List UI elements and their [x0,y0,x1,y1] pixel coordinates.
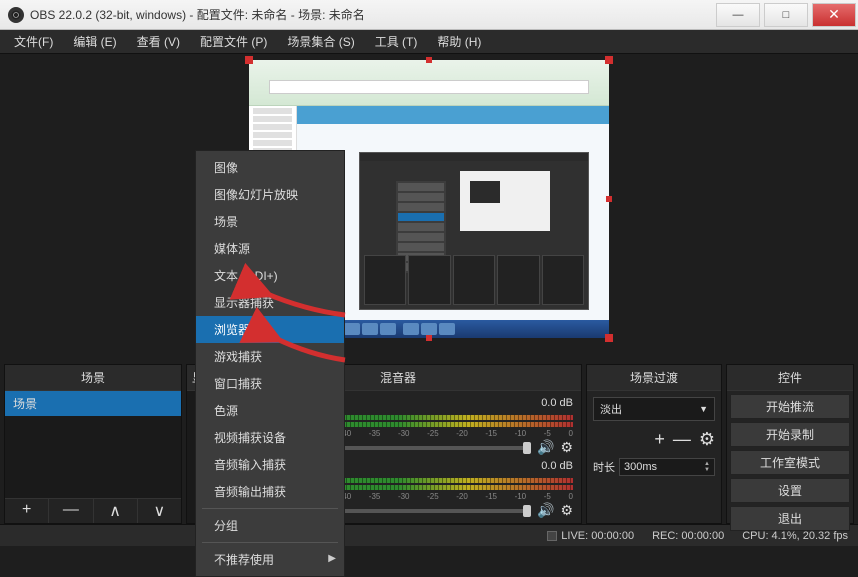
transition-current: 淡出 [600,401,622,417]
menu-edit[interactable]: 编辑 (E) [63,30,126,53]
menubar: 文件(F) 编辑 (E) 查看 (V) 配置文件 (P) 场景集合 (S) 工具… [0,30,858,54]
selection-handle-b[interactable] [426,335,432,341]
transition-settings-button[interactable]: ⚙ [699,429,715,450]
scene-down-button[interactable]: ∨ [138,499,181,523]
menu-profile[interactable]: 配置文件 (P) [190,30,277,53]
menu-scene-collection[interactable]: 场景集合 (S) [277,30,364,53]
transitions-header: 场景过渡 [587,365,721,391]
window-maximize-button[interactable]: □ [764,3,808,27]
selection-handle-tl[interactable] [245,56,253,64]
ctx-color-source[interactable]: 色源 [196,397,344,424]
scenes-header: 场景 [5,365,181,391]
spinner-down-icon[interactable]: ▼ [704,467,710,473]
live-indicator-icon [547,531,557,541]
transition-remove-button[interactable]: — [673,429,691,450]
gear-icon[interactable]: ⚙ [560,502,573,519]
window-titlebar: OBS 22.0.2 (32-bit, windows) - 配置文件: 未命名… [0,0,858,30]
transition-add-button[interactable]: + [654,429,665,450]
ctx-scene[interactable]: 场景 [196,208,344,235]
annotation-arrow-window-capture [270,330,350,375]
selection-handle-br[interactable] [605,334,613,342]
scenes-list[interactable]: 场景 [5,391,181,498]
ctx-audio-input-capture[interactable]: 音频输入捕获 [196,451,344,478]
window-close-button[interactable]: ✕ [812,3,856,27]
studio-mode-button[interactable]: 工作室模式 [730,450,850,475]
transitions-dock: 场景过渡 淡出 ▼ + — ⚙ 时长 300ms ▲ ▼ [586,364,722,524]
controls-header: 控件 [727,365,853,391]
ctx-deprecated[interactable]: 不推荐使用 ▶ [196,546,344,573]
window-title: OBS 22.0.2 (32-bit, windows) - 配置文件: 未命名… [30,6,365,23]
controls-dock: 控件 开始推流 开始录制 工作室模式 设置 退出 [726,364,854,524]
duration-input[interactable]: 300ms ▲ ▼ [619,458,715,476]
chevron-down-icon: ▼ [699,404,708,414]
exit-button[interactable]: 退出 [730,506,850,531]
preview-area [0,54,858,364]
menu-file[interactable]: 文件(F) [4,30,63,53]
annotation-arrow-browser [260,285,350,330]
scene-remove-button[interactable]: — [49,499,93,523]
ctx-separator [202,508,338,509]
window-minimize-button[interactable]: — [716,3,760,27]
ctx-media-source[interactable]: 媒体源 [196,235,344,262]
duration-label: 时长 [593,459,615,475]
duration-value: 300ms [624,461,657,473]
scenes-dock: 场景 场景 + — ∧ ∨ [4,364,182,524]
selection-handle-r[interactable] [606,196,612,202]
scene-item[interactable]: 场景 [5,391,181,416]
selection-handle-tr[interactable] [605,56,613,64]
settings-button[interactable]: 设置 [730,478,850,503]
menu-help[interactable]: 帮助 (H) [427,30,491,53]
gear-icon[interactable]: ⚙ [560,439,573,456]
obs-app-icon [8,7,24,23]
selection-handle-t[interactable] [426,57,432,63]
bottom-docks: 场景 场景 + — ∧ ∨ 显 混音器 台式音响 0.0 dB [0,364,858,524]
ctx-separator-2 [202,542,338,543]
ctx-image-slideshow[interactable]: 图像幻灯片放映 [196,181,344,208]
status-rec: REC: 00:00:00 [652,530,724,542]
start-recording-button[interactable]: 开始录制 [730,422,850,447]
ctx-image[interactable]: 图像 [196,154,344,181]
ctx-video-capture-device[interactable]: 视频捕获设备 [196,424,344,451]
menu-view[interactable]: 查看 (V) [127,30,190,53]
scene-up-button[interactable]: ∧ [94,499,138,523]
start-streaming-button[interactable]: 开始推流 [730,394,850,419]
ctx-group[interactable]: 分组 [196,512,344,539]
scene-add-button[interactable]: + [5,499,49,523]
mixer-track-db: 0.0 dB [541,397,573,413]
transition-select[interactable]: 淡出 ▼ [593,397,715,421]
menu-tools[interactable]: 工具 (T) [365,30,428,53]
ctx-deprecated-label: 不推荐使用 [214,553,274,567]
ctx-audio-output-capture[interactable]: 音频输出捕获 [196,478,344,505]
mixer-track-db: 0.0 dB [541,460,573,476]
speaker-icon[interactable]: 🔊 [537,439,554,456]
status-cpu: CPU: 4.1%, 20.32 fps [742,530,848,542]
speaker-icon[interactable]: 🔊 [537,502,554,519]
status-live: LIVE: 00:00:00 [547,530,634,542]
